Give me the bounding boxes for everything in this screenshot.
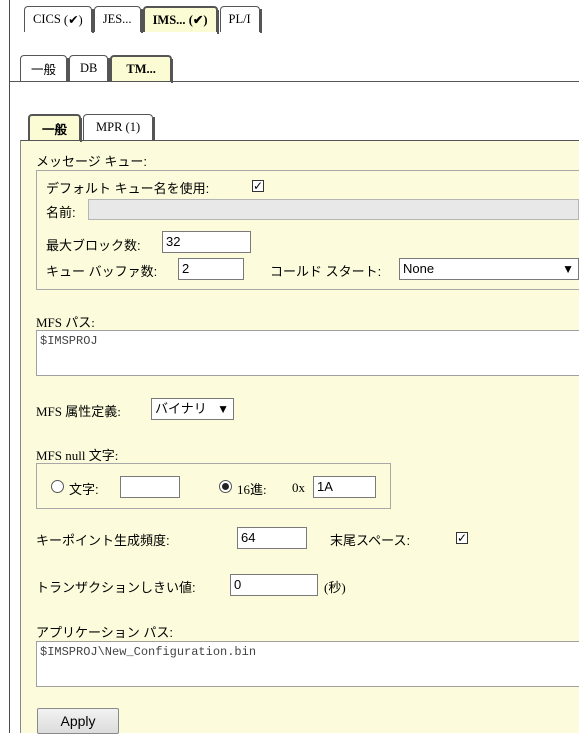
tab-cics[interactable]: CICS (✔) <box>24 6 94 33</box>
message-queue-heading: メッセージ キュー: <box>36 154 147 169</box>
queue-buffers-input[interactable]: 2 <box>178 258 244 280</box>
mfs-path-textarea[interactable]: $IMSPROJ <box>36 330 579 376</box>
app-path-label: アプリケーション パス: <box>36 625 173 640</box>
tab-edge <box>170 59 173 83</box>
tab-mpr-label: MPR (1) <box>96 120 141 134</box>
char-label: 文字: <box>69 482 99 497</box>
tab-tm[interactable]: TM... <box>110 55 173 83</box>
tab-general-label: 一般 <box>31 63 57 77</box>
mfs-attr-select[interactable]: バイナリ ▼ <box>151 398 234 420</box>
hex-prefix: 0x <box>292 480 305 495</box>
mfs-path-label: MFS パス: <box>36 315 95 330</box>
cold-start-value: None <box>403 261 435 276</box>
tab-cics-check: (✔) <box>63 12 83 27</box>
tab-tm-general[interactable]: 一般 <box>28 114 83 142</box>
hex-radio[interactable] <box>219 480 232 493</box>
chevron-down-icon: ▼ <box>217 402 229 416</box>
tab-ims-label: IMS... <box>152 12 186 27</box>
queue-buffers-label: キュー バッファ数: <box>46 264 158 279</box>
cold-start-select[interactable]: None ▼ <box>399 258 579 280</box>
tab-edge <box>216 10 219 34</box>
app-path-textarea[interactable]: $IMSPROJ\New_Configuration.bin <box>36 641 579 687</box>
tab-general[interactable]: 一般 <box>20 55 70 82</box>
tab-tm-general-label: 一般 <box>42 122 68 137</box>
tab-pli-label: PL/I <box>228 12 251 26</box>
name-field[interactable] <box>88 199 579 220</box>
tab-db-label: DB <box>80 61 98 75</box>
tab-cics-label: CICS <box>33 12 61 26</box>
cold-start-label: コールド スタート: <box>270 264 382 279</box>
tab-db[interactable]: DB <box>69 55 111 82</box>
hex-input[interactable]: 1A <box>313 476 376 498</box>
checkpoint-label: キーポイント生成頻度: <box>36 533 170 548</box>
tab-jes-label: JES... <box>102 12 132 26</box>
tab-pli[interactable]: PL/I <box>219 6 262 33</box>
mfs-null-label: MFS null 文字: <box>36 448 119 463</box>
tab-mpr[interactable]: MPR (1) <box>83 114 156 141</box>
tab-ims-check: (✔) <box>188 13 208 27</box>
transaction-label: トランザクションしきい値: <box>36 580 196 595</box>
mfs-attr-value: バイナリ <box>155 401 207 416</box>
tab-tm-label: TM... <box>126 61 156 76</box>
tab-edge <box>153 117 156 141</box>
use-default-label: デフォルト キュー名を使用: <box>46 181 210 196</box>
tab-ims[interactable]: IMS... (✔) <box>142 6 219 34</box>
trailing-space-label: 末尾スペース: <box>330 533 411 548</box>
max-blocks-input[interactable]: 32 <box>162 231 251 253</box>
char-radio[interactable] <box>51 480 64 493</box>
tab-edge <box>259 9 262 33</box>
checkpoint-input[interactable]: 64 <box>237 527 307 549</box>
apply-button[interactable]: Apply <box>37 708 119 734</box>
transaction-input[interactable]: 0 <box>230 574 318 596</box>
transaction-unit: (秒) <box>324 580 346 595</box>
hex-label: 16進: <box>237 482 267 497</box>
inner-tab-bar: 一般 MPR (1) <box>28 114 156 142</box>
char-input[interactable] <box>120 476 180 498</box>
trailing-space-checkbox[interactable]: ✓ <box>456 532 468 544</box>
mfs-attr-label: MFS 属性定義: <box>36 404 121 419</box>
tab-jes[interactable]: JES... <box>93 6 143 33</box>
tab-edge <box>80 118 83 142</box>
max-blocks-label: 最大ブロック数: <box>46 238 141 253</box>
sub-tab-bar: 一般 DB TM... <box>20 55 174 83</box>
use-default-checkbox[interactable]: ✓ <box>252 180 264 192</box>
name-label: 名前: <box>46 205 76 220</box>
chevron-down-icon: ▼ <box>562 262 574 276</box>
top-tab-bar: CICS (✔) JES... IMS... (✔) PL/I <box>24 6 262 34</box>
